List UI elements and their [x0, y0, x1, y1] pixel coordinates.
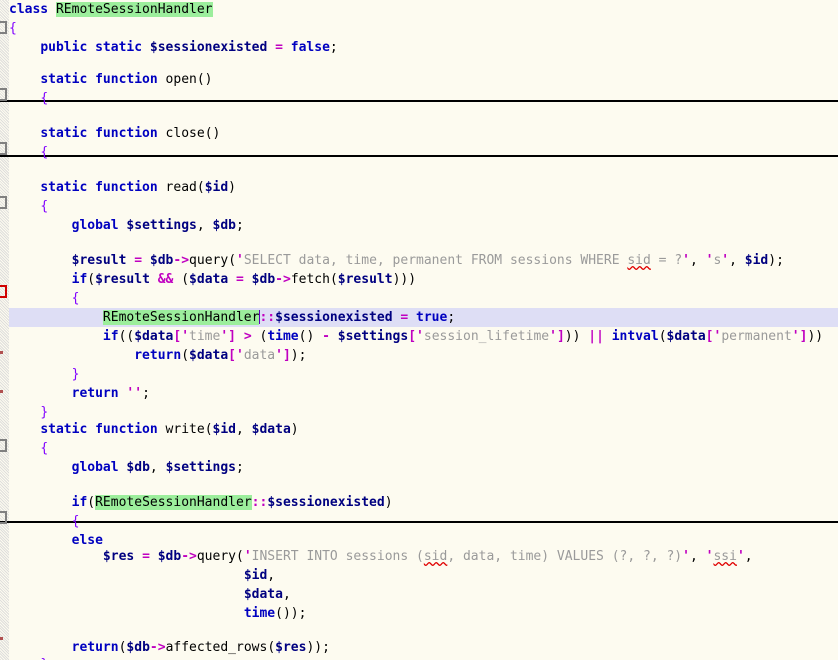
fold-marker-inner-brace[interactable]: [0, 511, 7, 524]
fold-marker-dot-b: [0, 390, 3, 393]
symbol-occurrence-read: REmoteSessionHandler: [102, 310, 260, 325]
code-content[interactable]: class REmoteSessionHandler { public stat…: [0, 0, 838, 660]
fold-marker-read-brace[interactable]: [0, 196, 7, 209]
fold-marker-dot-c: [0, 637, 3, 640]
fold-marker-close-brace[interactable]: [0, 142, 7, 155]
fold-marker-if-brace[interactable]: [0, 285, 7, 298]
fold-marker-dot-a: [0, 351, 3, 354]
fold-marker-write-brace[interactable]: [0, 439, 7, 452]
fold-marker-class-brace[interactable]: [0, 21, 7, 34]
fold-marker-open-brace[interactable]: [0, 88, 7, 101]
code-editor[interactable]: class REmoteSessionHandler { public stat…: [0, 0, 838, 660]
symbol-occurrence-class-decl: REmoteSessionHandler: [55, 2, 213, 17]
symbol-occurrence-write: REmoteSessionHandler: [95, 495, 252, 510]
